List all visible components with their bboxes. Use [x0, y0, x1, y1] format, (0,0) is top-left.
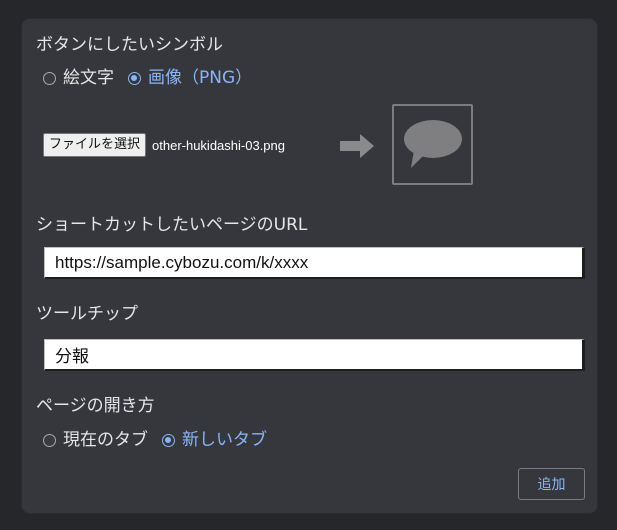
radio-current-tab-label[interactable]: 現在のタブ — [63, 430, 148, 450]
settings-panel: ボタンにしたいシンボル 絵文字 画像（PNG） ファイルを選択 other-hu… — [22, 19, 597, 513]
url-input[interactable] — [44, 247, 585, 279]
radio-image-png-label[interactable]: 画像（PNG） — [148, 68, 252, 88]
tooltip-heading: ツールチップ — [36, 304, 138, 324]
url-heading: ショートカットしたいページのURL — [36, 215, 308, 235]
symbol-heading: ボタンにしたいシンボル — [36, 35, 223, 55]
selected-file-name: other-hukidashi-03.png — [152, 137, 285, 153]
choose-file-button[interactable]: ファイルを選択 — [43, 133, 147, 157]
radio-image-png[interactable] — [128, 71, 141, 85]
speech-bubble-icon — [403, 119, 462, 168]
radio-emoji-label[interactable]: 絵文字 — [63, 68, 114, 88]
symbol-preview — [392, 104, 473, 185]
radio-new-tab[interactable] — [162, 433, 175, 447]
file-chooser: ファイルを選択 other-hukidashi-03.png — [43, 133, 285, 157]
radio-emoji[interactable] — [43, 71, 56, 85]
open-method-heading: ページの開き方 — [36, 396, 155, 416]
arrow-right-icon — [340, 134, 376, 162]
tooltip-input[interactable] — [44, 339, 585, 371]
radio-current-tab[interactable] — [43, 433, 56, 447]
symbol-type-radio-group: 絵文字 画像（PNG） — [43, 68, 252, 88]
radio-new-tab-label[interactable]: 新しいタブ — [182, 430, 267, 450]
add-button[interactable]: 追加 — [518, 468, 585, 500]
open-method-radio-group: 現在のタブ 新しいタブ — [43, 430, 267, 450]
